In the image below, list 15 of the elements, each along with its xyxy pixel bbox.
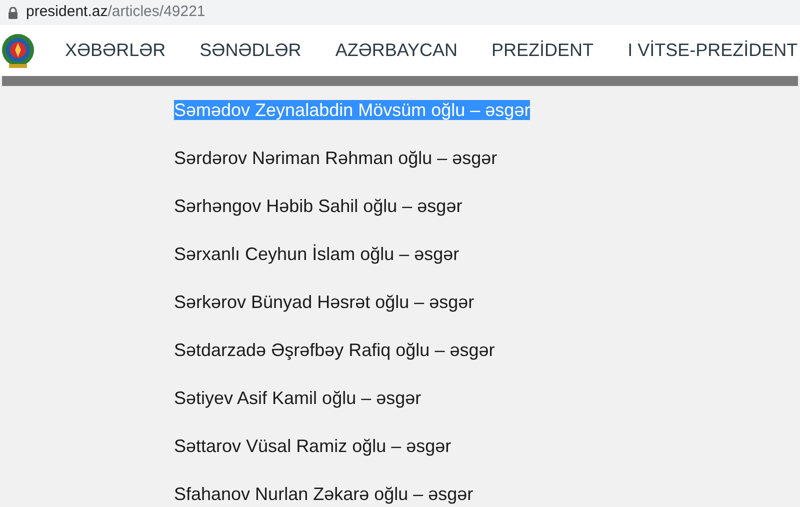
name-line: Sətiyev Asif Kamil oğlu – əsgər [174,388,422,408]
name-line: Səttarov Vüsal Ramiz oğlu – əsgər [174,436,452,456]
nav-link[interactable]: I VİTSE-PREZİDENT [628,37,798,64]
name-line: Sfahanov Nurlan Zəkarə oğlu – əsgər [174,484,474,504]
url-text: president.az/articles/49221 [26,2,206,22]
lock-icon [8,6,18,18]
nav-link[interactable]: SƏNƏDLƏR [200,37,302,64]
nav-link[interactable]: AZƏRBAYCAN [335,37,458,64]
nav-link[interactable]: XƏBƏRLƏR [65,37,166,64]
nav-link[interactable]: PREZİDENT [492,37,594,64]
name-line: Sərxanlı Ceyhun İslam oğlu – əsgər [174,244,460,264]
name-line: Sərhəngov Həbib Sahil oğlu – əsgər [174,196,462,216]
name-line: Sətdarzadə Əşrəfbəy Rafiq oğlu – əsgər [174,340,495,360]
name-line: Sərkərov Bünyad Həsrət oğlu – əsgər [174,292,474,312]
name-line: Sərdərov Nəriman Rəhman oğlu – əsgər [174,148,498,168]
